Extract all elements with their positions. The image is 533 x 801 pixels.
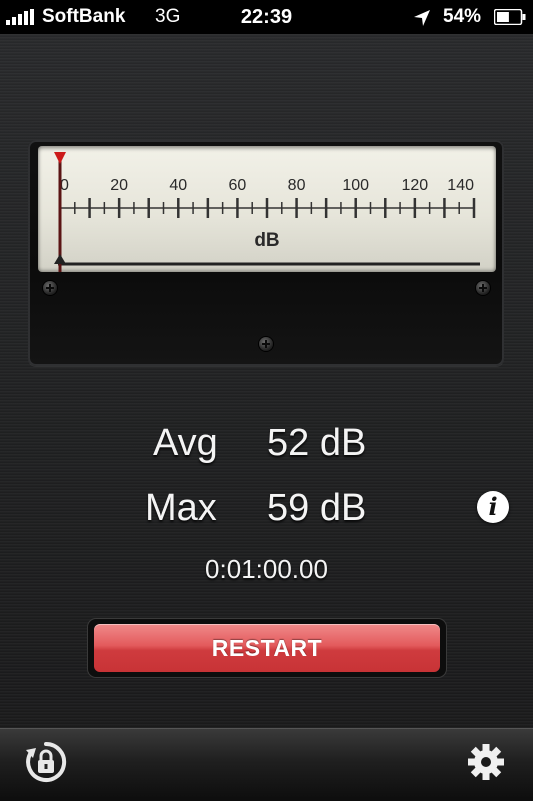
- rotation-lock-icon[interactable]: [24, 740, 68, 784]
- battery-percentage: 54%: [443, 6, 482, 27]
- info-button[interactable]: i: [477, 491, 509, 523]
- needle-pivot: [54, 254, 66, 264]
- db-meter-scale: 0 20 40 60 80 100 120 140 dB: [54, 152, 480, 272]
- peak-marker-icon: [54, 152, 66, 164]
- status-bar: SoftBank 3G 22:39 54%: [0, 0, 533, 34]
- screw-icon: [43, 281, 57, 295]
- max-label: Max: [145, 487, 217, 529]
- battery-icon: [494, 9, 526, 25]
- max-value: 59 dB: [267, 487, 367, 529]
- meter-tick-label: 40: [169, 177, 187, 194]
- location-arrow-icon: [414, 10, 430, 26]
- meter-tick-label: 20: [110, 177, 128, 194]
- meter-tick-label: 80: [288, 177, 306, 194]
- bottom-toolbar: [0, 728, 533, 801]
- gear-icon[interactable]: [466, 742, 506, 782]
- meter-unit-label: dB: [254, 230, 279, 251]
- meter-tick-label: 120: [402, 177, 429, 194]
- avg-value: 52 dB: [267, 422, 367, 464]
- elapsed-timer: 0:01:00.00: [205, 554, 328, 584]
- meter-tick-label: 100: [342, 177, 369, 194]
- screw-icon: [259, 337, 273, 351]
- meter-tick-label: 140: [447, 177, 474, 194]
- restart-button[interactable]: RESTART: [94, 624, 440, 672]
- screw-icon: [476, 281, 490, 295]
- meter-tick-label: 60: [229, 177, 247, 194]
- avg-label: Avg: [153, 422, 218, 464]
